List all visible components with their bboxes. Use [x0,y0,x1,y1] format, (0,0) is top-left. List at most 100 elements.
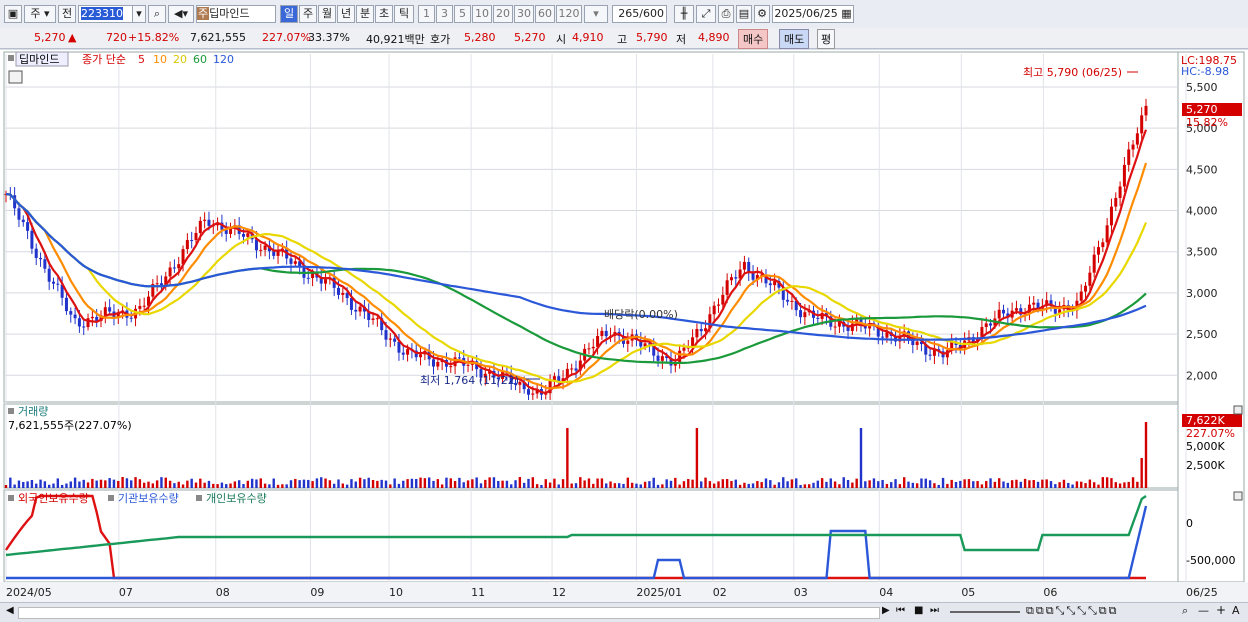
volume-bar [177,481,180,488]
volume-bar [786,481,789,488]
chart-menu-icon[interactable]: ▣ [4,5,22,23]
count-value: 265 [618,7,640,20]
stop-icon[interactable]: ■ [914,605,923,616]
font-size-icon[interactable]: A [1232,604,1240,617]
count-input[interactable]: 265/600 [612,5,667,23]
zoom-in-icon[interactable]: + [1216,603,1226,617]
interval-5[interactable]: 5 [454,5,471,23]
ma-legend-label[interactable]: 종가 단순 [82,53,126,66]
volume-bar [423,478,427,488]
scroll-left-icon[interactable]: ◀ [6,605,14,616]
volume-bar [471,479,474,488]
volume-bar [734,479,737,488]
candle-body [419,354,423,358]
interval-1[interactable]: 1 [418,5,435,23]
print-icon[interactable]: ⎙ [718,5,734,23]
period-month[interactable]: 월 [318,5,336,23]
interval-120[interactable]: 120 [556,5,582,23]
bid-label: 호가 [430,33,451,46]
zoom-search-icon[interactable]: ⌕ [1182,604,1188,618]
ma60-legend[interactable]: 60 [193,53,207,66]
market-select[interactable]: 주 ▾ [24,5,56,23]
zoom-slider[interactable] [950,611,1020,613]
play-icon[interactable]: ⏭ [930,605,939,616]
first-page-icon[interactable]: ⏮ [896,605,905,616]
volume-bar [397,483,401,488]
volume-bar [859,428,863,488]
save-icon[interactable]: ▤ [736,5,752,23]
candle-body [259,249,263,251]
volume-bar [26,481,29,488]
candle-body [384,330,388,340]
interval-3[interactable]: 3 [436,5,453,23]
open-price: 4,910 [572,31,604,44]
volume-bar [371,480,375,488]
volume-bar [704,477,707,488]
candle-body [21,219,25,223]
volume-bar [4,485,8,488]
volume-bar [825,481,828,488]
settings-gear-icon[interactable]: ⚙ [754,5,770,23]
volume-bar [522,482,526,488]
period-minute[interactable]: 분 [356,5,374,23]
period-second[interactable]: 초 [375,5,393,23]
volume-panel-close-icon[interactable] [1233,405,1243,415]
candle-body [587,348,591,350]
volume-bar [237,480,241,488]
candle-body [682,347,686,351]
volume-bar [924,478,927,488]
speaker-icon[interactable]: ◀▾ [168,5,194,23]
stock-chart-svg[interactable]: 딥마인드 종가 단순 5 10 20 60 120 LC:198.75 HC:-… [0,50,1248,602]
candle-body [989,323,993,326]
ma5-legend[interactable]: 5 [138,53,145,66]
period-week[interactable]: 주 [299,5,317,23]
volume-bar [22,482,25,488]
volume-bar [82,479,85,488]
period-tick[interactable]: 틱 [394,5,414,23]
chart-area[interactable]: 딥마인드 종가 단순 5 10 20 60 120 LC:198.75 HC:-… [0,50,1248,602]
period-day[interactable]: 일 [280,5,298,23]
ma20-legend[interactable]: 20 [173,53,187,66]
interval-10[interactable]: 10 [472,5,492,23]
sell-button[interactable]: 매도 [779,29,810,49]
volume-title[interactable]: 거래량 [18,405,48,418]
candle-body [803,312,807,318]
horizontal-scrollbar[interactable] [18,607,880,619]
stock-name-field[interactable]: 주딥마인드 [196,5,276,23]
date-input[interactable]: 2025/06/25 ▦ [772,5,854,23]
volume-bar [272,478,275,488]
code-dropdown-icon[interactable]: ▾ [132,5,146,23]
candle-body [1109,206,1113,226]
ma10-legend[interactable]: 10 [153,53,167,66]
candle-type-icon[interactable]: ╫ [674,5,694,23]
interval-60[interactable]: 60 [535,5,555,23]
volume-bar [1140,458,1143,488]
foreign-holding-legend[interactable]: 외국인보유수량 [18,492,89,505]
volume-bar [605,483,608,488]
institution-holding-legend[interactable]: 기관보유수량 [118,492,179,505]
search-icon[interactable]: ⌕ [148,5,166,23]
avg-button[interactable]: 평 [817,29,836,49]
calendar-icon[interactable]: ▦ [841,7,851,20]
individual-holding-legend[interactable]: 개인보유수량 [206,492,267,505]
volume-bar [350,479,353,488]
calculator-icon[interactable] [8,70,23,84]
interval-custom-select[interactable]: ▾ [584,5,608,23]
interval-20[interactable]: 20 [493,5,513,23]
prev-button[interactable]: 전 [58,5,76,23]
candle-body [1144,105,1148,116]
holding-panel-close-icon[interactable] [1233,491,1243,501]
volume-bar [1114,482,1117,488]
volume-bar [928,480,932,488]
ma120-legend[interactable]: 120 [213,53,234,66]
candle-body [786,299,790,302]
volume-bar [104,480,107,488]
volume-bar [561,479,565,488]
interval-30[interactable]: 30 [514,5,534,23]
layout-icons[interactable]: ⧉⧉⧉⤡⤡⤡⤡⧉⧉ [1026,604,1118,618]
period-year[interactable]: 년 [337,5,355,23]
draw-tool-icon[interactable]: ⤢ [696,5,716,23]
buy-button[interactable]: 매수 [738,29,769,49]
scroll-right-icon[interactable]: ▶ [882,605,890,616]
zoom-out-icon[interactable]: — [1198,604,1209,617]
